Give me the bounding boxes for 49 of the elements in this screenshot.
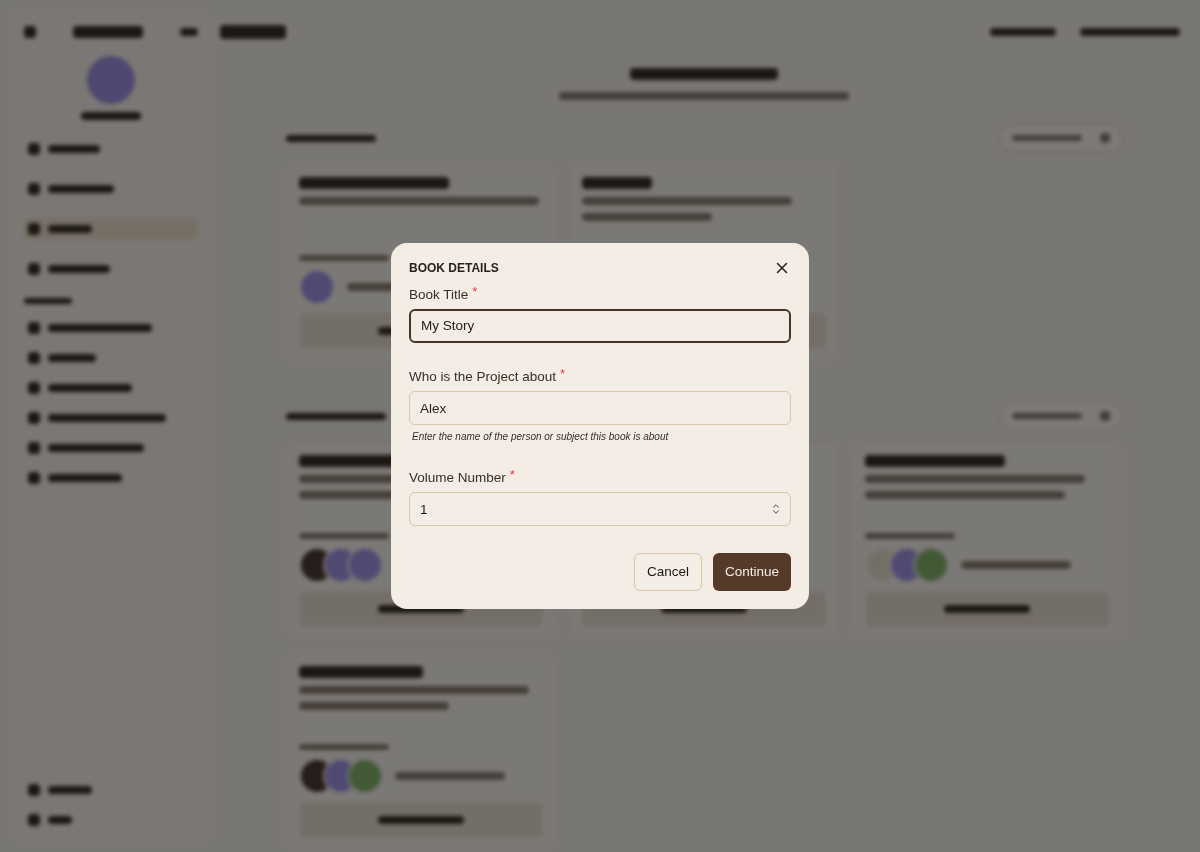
blurred-text-bar: [220, 25, 286, 39]
blurred-text-bar: [28, 814, 40, 826]
blurred-text-bar: [28, 143, 40, 155]
blurred-text-bar: [73, 26, 143, 38]
blurred-text-bar: [28, 263, 40, 275]
blurred-text-bar: [28, 472, 40, 484]
blurred-text-bar: [28, 442, 40, 454]
avatar: [298, 269, 335, 305]
blurred-text-bar: [48, 225, 92, 233]
number-field[interactable]: 1: [409, 492, 791, 527]
field-hint: Enter the name of the person or subject this book is about: [412, 430, 670, 445]
blurred-text-bar: [48, 786, 92, 794]
blurred-text-bar: [24, 298, 72, 304]
blurred-text-bar: [28, 223, 40, 235]
text-field[interactable]: My Story: [409, 308, 791, 343]
blurred-text-bar: [180, 28, 198, 36]
blurred-text-bar: [48, 265, 110, 273]
user-avatar: [87, 56, 135, 104]
blurred-text-bar: [28, 784, 40, 796]
blurred-text-bar: [581, 177, 652, 189]
blurred-text-bar: [1011, 135, 1082, 141]
continue-button[interactable]: Continue: [712, 553, 791, 592]
blurred-text-bar: [1099, 411, 1110, 421]
blurred-text-bar: [1099, 133, 1110, 143]
field-label: Who is the Project about: [409, 367, 557, 386]
blurred-text-bar: [81, 112, 141, 120]
blurred-text-bar: [28, 322, 40, 334]
cancel-button[interactable]: Cancel: [633, 553, 702, 592]
required-asterisk: *: [472, 284, 478, 299]
field-label: Volume Number: [409, 469, 506, 488]
blurred-text-bar: [28, 183, 40, 195]
blurred-text-bar: [48, 145, 100, 153]
dialog-title: BOOK DETAILS: [409, 259, 499, 277]
blurred-text-bar: [48, 185, 114, 193]
blurred-text-bar: [28, 352, 40, 364]
avatar: [913, 547, 950, 583]
blurred-text-bar: [48, 354, 96, 362]
required-asterisk: *: [560, 366, 566, 381]
blurred-text-bar: [1011, 413, 1082, 419]
avatar: [346, 547, 383, 583]
blurred-text-bar: [28, 412, 40, 424]
text-field[interactable]: Alex: [409, 391, 791, 426]
blurred-text-bar: [48, 816, 72, 824]
blurred-text-bar: [24, 26, 36, 38]
blurred-text-bar: [990, 28, 1056, 36]
required-asterisk: *: [509, 468, 515, 483]
field-label: Book Title: [409, 285, 469, 304]
blurred-text-bar: [28, 382, 40, 394]
avatar: [346, 758, 383, 794]
